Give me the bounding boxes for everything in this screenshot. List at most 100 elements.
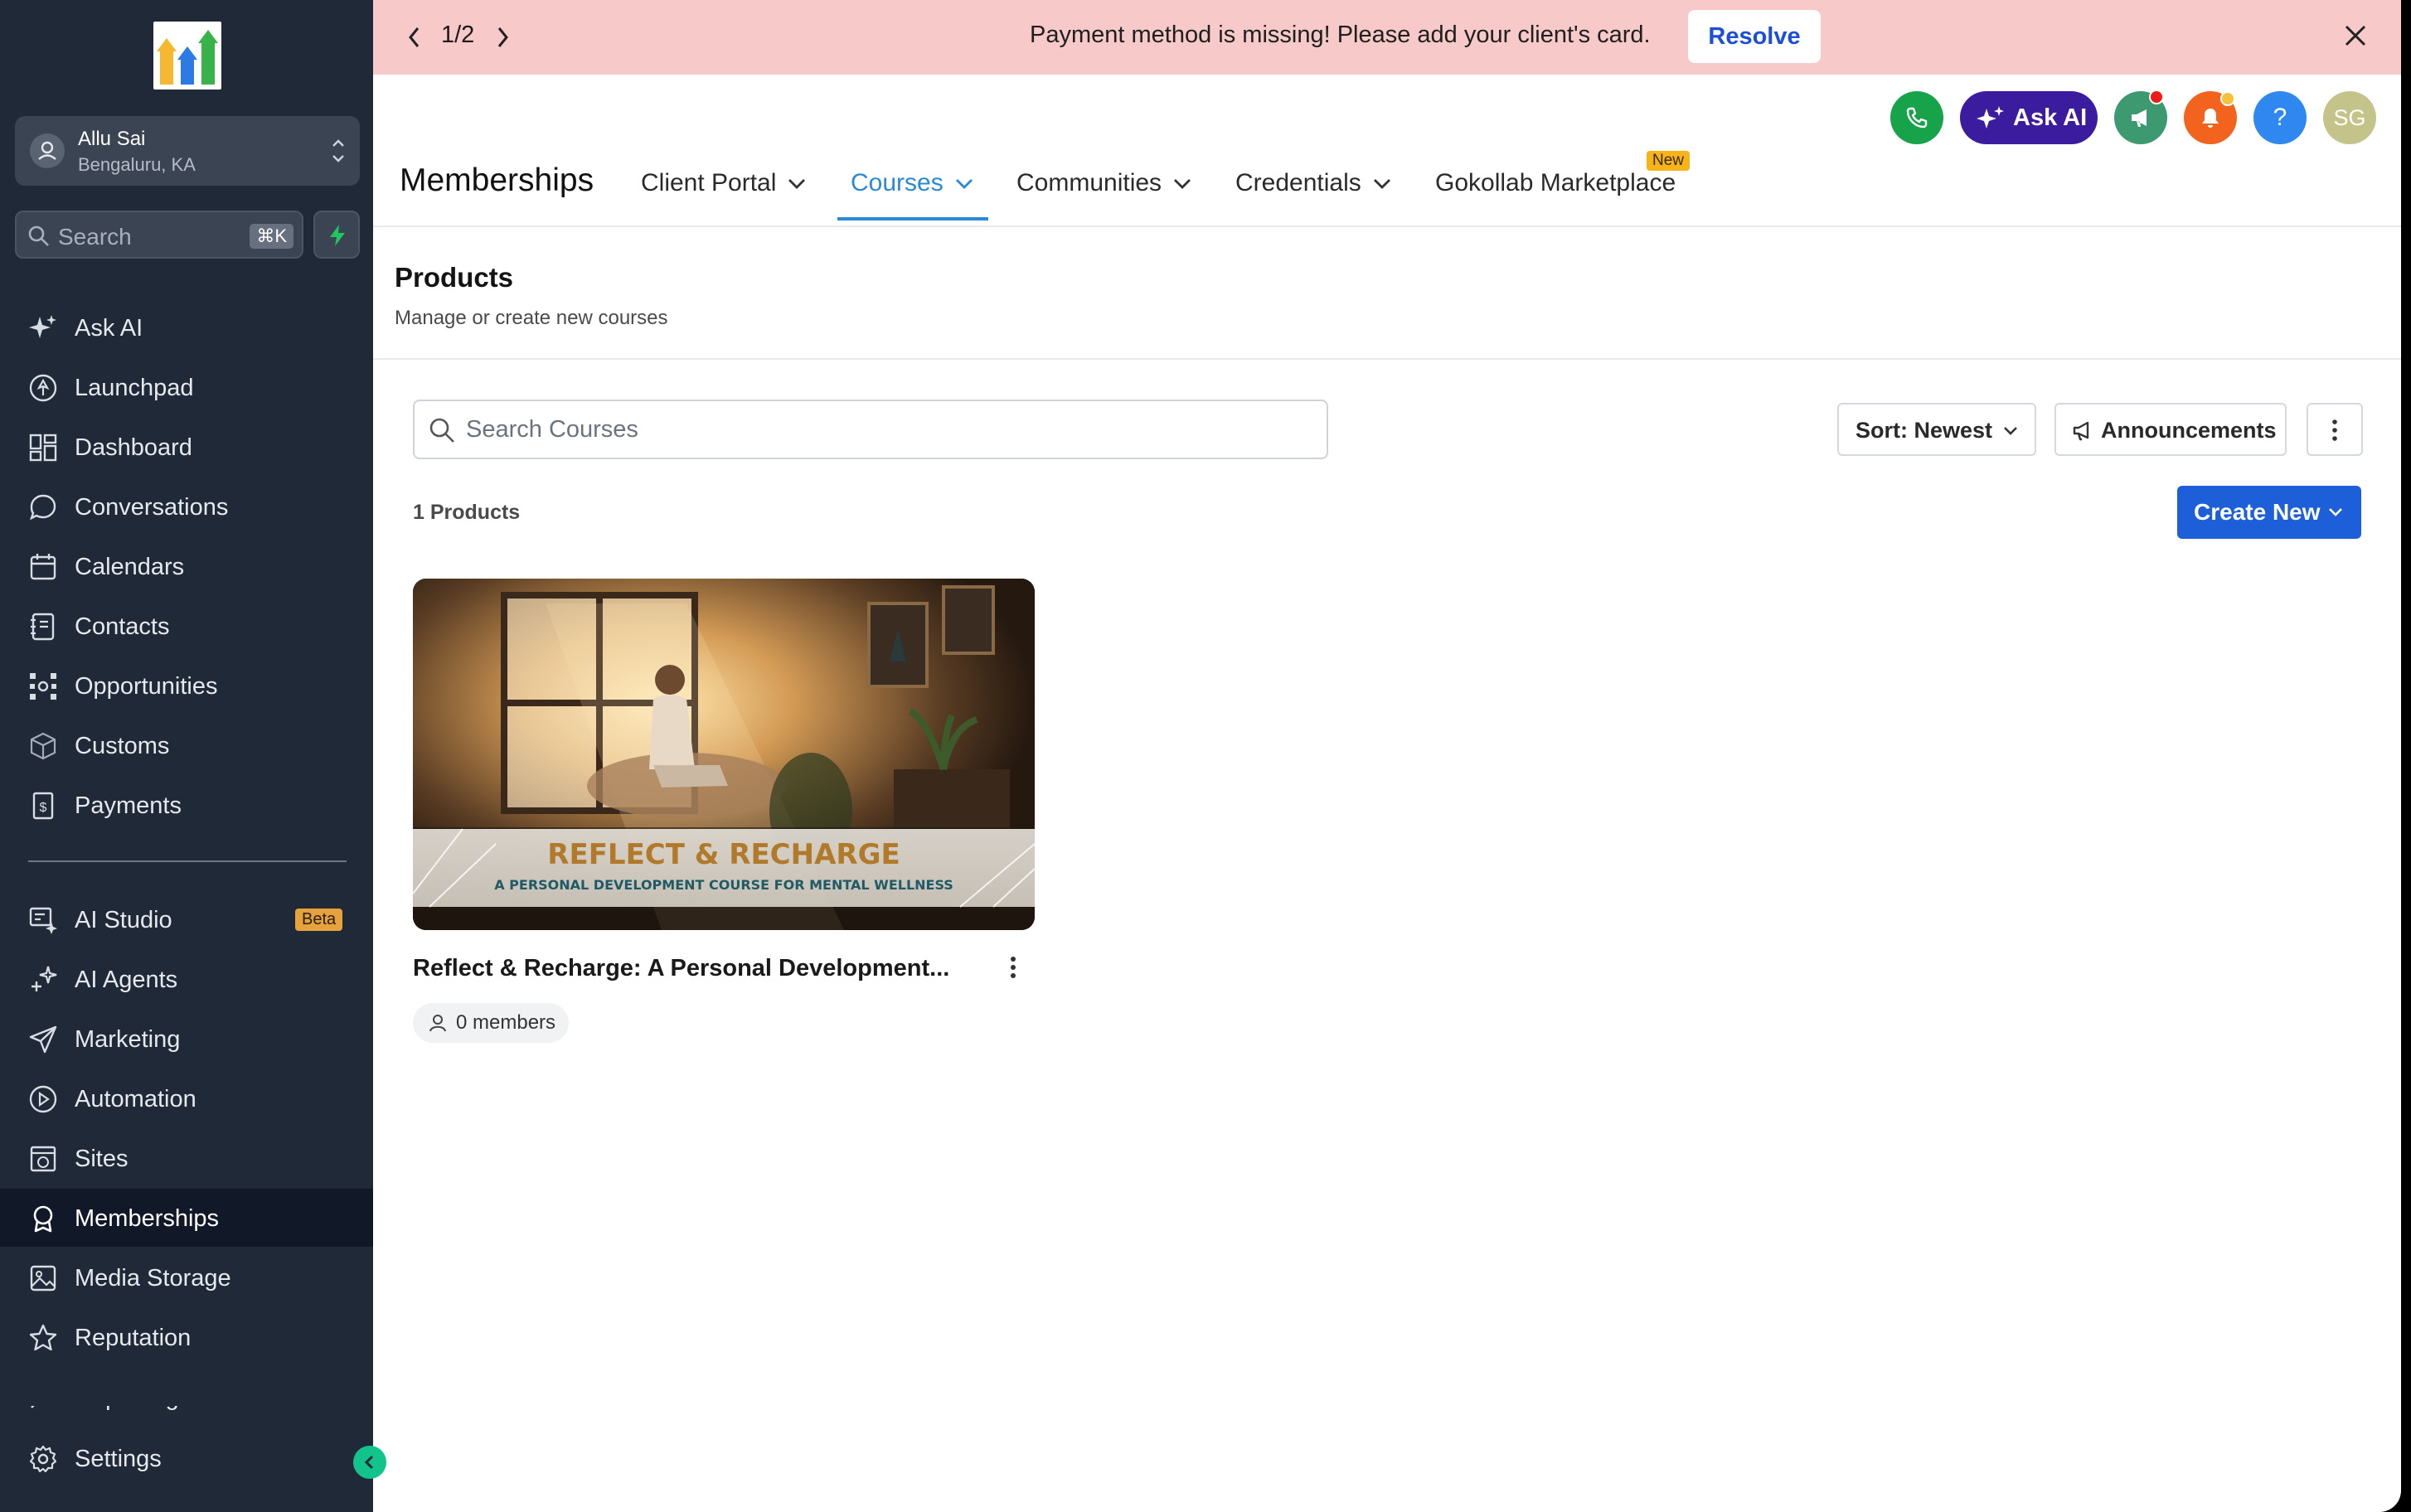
automation-icon [29, 1085, 57, 1113]
sidebar-item-launchpad[interactable]: Launchpad [0, 358, 373, 416]
app-logo[interactable] [153, 22, 221, 90]
sidebar-item-payments[interactable]: $ Payments [0, 776, 373, 834]
svg-text:$: $ [40, 801, 47, 815]
rocket-icon [29, 374, 57, 402]
sidebar-search-label: Search [58, 224, 132, 250]
tab-courses[interactable]: Courses [851, 169, 973, 197]
sidebar-item-automation[interactable]: Automation [0, 1069, 373, 1127]
sidebar-item-label: Memberships [75, 1205, 220, 1232]
user-icon [429, 1015, 446, 1032]
chevron-down-icon [955, 179, 973, 190]
collapse-sidebar-button[interactable] [353, 1446, 386, 1479]
chevron-down-icon [788, 179, 806, 190]
dashboard-grid-icon [29, 434, 57, 462]
search-courses-input[interactable] [466, 414, 1295, 444]
sidebar-item-label: AI Agents [75, 967, 178, 993]
members-count: 0 members [456, 1011, 556, 1034]
sidebar-item-label: Conversations [75, 494, 229, 521]
tab-communities[interactable]: Communities [1016, 169, 1191, 197]
sidebar-item-opportunities[interactable]: Opportunities [0, 657, 373, 715]
image-icon [30, 1265, 56, 1292]
sidebar-item-calendars[interactable]: Calendars [0, 537, 373, 595]
resolve-button[interactable]: Resolve [1688, 10, 1821, 63]
location-icon [30, 133, 65, 168]
sidebar-item-contacts[interactable]: Contacts [0, 597, 373, 655]
close-icon[interactable] [2343, 23, 2368, 48]
sidebar-item-label: Automation [75, 1086, 196, 1112]
sidebar-scroll-fade [0, 1373, 373, 1406]
section-subtitle: Manage or create new courses [395, 307, 668, 329]
chevron-down-icon [1373, 179, 1390, 190]
tab-label: Communities [1016, 169, 1162, 196]
sidebar-item-dashboard[interactable]: Dashboard [0, 418, 373, 476]
announcements-button[interactable] [2114, 90, 2167, 144]
notifications-button[interactable] [2184, 91, 2237, 144]
sidebar-item-label: AI Studio [75, 907, 172, 933]
chevron-left-icon[interactable] [406, 25, 423, 50]
sidebar-item-media-storage[interactable]: Media Storage [0, 1248, 373, 1306]
sidebar-item-label: Media Storage [75, 1265, 231, 1292]
help-button[interactable]: ? [2253, 91, 2307, 144]
kebab-menu-icon[interactable] [1005, 953, 1021, 981]
sidebar-item-memberships[interactable]: Memberships [0, 1189, 373, 1247]
products-count: 1 Products [413, 501, 521, 524]
tab-client-portal[interactable]: Client Portal [641, 169, 806, 197]
ai-agents-icon [32, 966, 57, 991]
receipt-icon: $ [32, 792, 54, 820]
sidebar-item-conversations[interactable]: Conversations [0, 477, 373, 536]
banner-message: Payment method is missing! Please add yo… [1030, 22, 1651, 48]
network-icon [30, 673, 56, 700]
header-divider [373, 225, 2401, 227]
sidebar-item-reputation[interactable]: Reputation [0, 1308, 373, 1366]
chevron-right-icon[interactable] [494, 25, 511, 50]
user-avatar[interactable]: SG [2323, 91, 2376, 144]
tab-label: Client Portal [641, 169, 777, 196]
chevron-down-icon [2004, 427, 2017, 435]
calendar-icon [30, 554, 56, 580]
course-title[interactable]: Reflect & Recharge: A Personal Developme… [413, 955, 949, 982]
announcements-filter-button[interactable]: Announcements [2054, 403, 2287, 456]
sidebar-item-label: Sites [75, 1146, 129, 1172]
sidebar-item-sites[interactable]: Sites [0, 1129, 373, 1187]
course-search[interactable] [413, 400, 1328, 459]
search-icon [429, 418, 454, 443]
chat-bubble-icon [29, 494, 56, 521]
tab-gokollab-marketplace[interactable]: Gokollab Marketplace [1435, 169, 1676, 197]
sidebar: Allu Sai Bengaluru, KA Search ⌘K Ask AI … [0, 0, 373, 1512]
tab-credentials[interactable]: Credentials [1235, 169, 1391, 197]
new-badge: New [1647, 151, 1691, 171]
sidebar-divider [28, 860, 347, 862]
sidebar-item-ai-agents[interactable]: AI Agents [0, 950, 373, 1008]
sites-icon [30, 1146, 56, 1172]
send-icon [29, 1025, 57, 1054]
phone-button[interactable] [1890, 91, 1943, 144]
ask-ai-button[interactable]: Ask AI [1960, 91, 2098, 144]
tab-label: Credentials [1235, 169, 1361, 196]
sidebar-item-label: Calendars [75, 554, 185, 580]
sidebar-item-ai-studio[interactable]: AI Studio Beta [0, 890, 373, 948]
account-switcher[interactable]: Allu Sai Bengaluru, KA [15, 116, 360, 186]
sidebar-search[interactable]: Search ⌘K [15, 211, 303, 259]
ai-studio-icon [29, 907, 57, 934]
sort-dropdown[interactable]: Sort: Newest [1837, 403, 2036, 456]
sidebar-item-label: Settings [75, 1446, 162, 1472]
section-divider [373, 358, 2401, 360]
sidebar-item-customs[interactable]: Customs [0, 716, 373, 774]
notification-dot [2149, 90, 2164, 104]
sidebar-item-label: Contacts [75, 613, 170, 640]
chevron-down-icon [1174, 179, 1191, 190]
create-new-button[interactable]: Create New [2177, 486, 2361, 539]
quick-action-button[interactable] [313, 211, 360, 259]
sidebar-item-label: Ask AI [75, 315, 143, 342]
cube-icon [30, 732, 56, 760]
sidebar-item-settings[interactable]: Settings [0, 1429, 373, 1487]
app-window: Allu Sai Bengaluru, KA Search ⌘K Ask AI … [0, 0, 2401, 1512]
megaphone-icon [2073, 421, 2089, 441]
sidebar-item-marketing[interactable]: Marketing [0, 1010, 373, 1068]
sidebar-item-label: Launchpad [75, 375, 194, 401]
kebab-menu-icon [2332, 419, 2337, 441]
more-options-button[interactable] [2307, 403, 2363, 456]
course-thumbnail[interactable]: REFLECT & RECHARGE A PERSONAL DEVELOPMEN… [413, 579, 1035, 930]
phone-icon [1906, 107, 1928, 128]
sidebar-item-ask-ai[interactable]: Ask AI [0, 298, 373, 356]
